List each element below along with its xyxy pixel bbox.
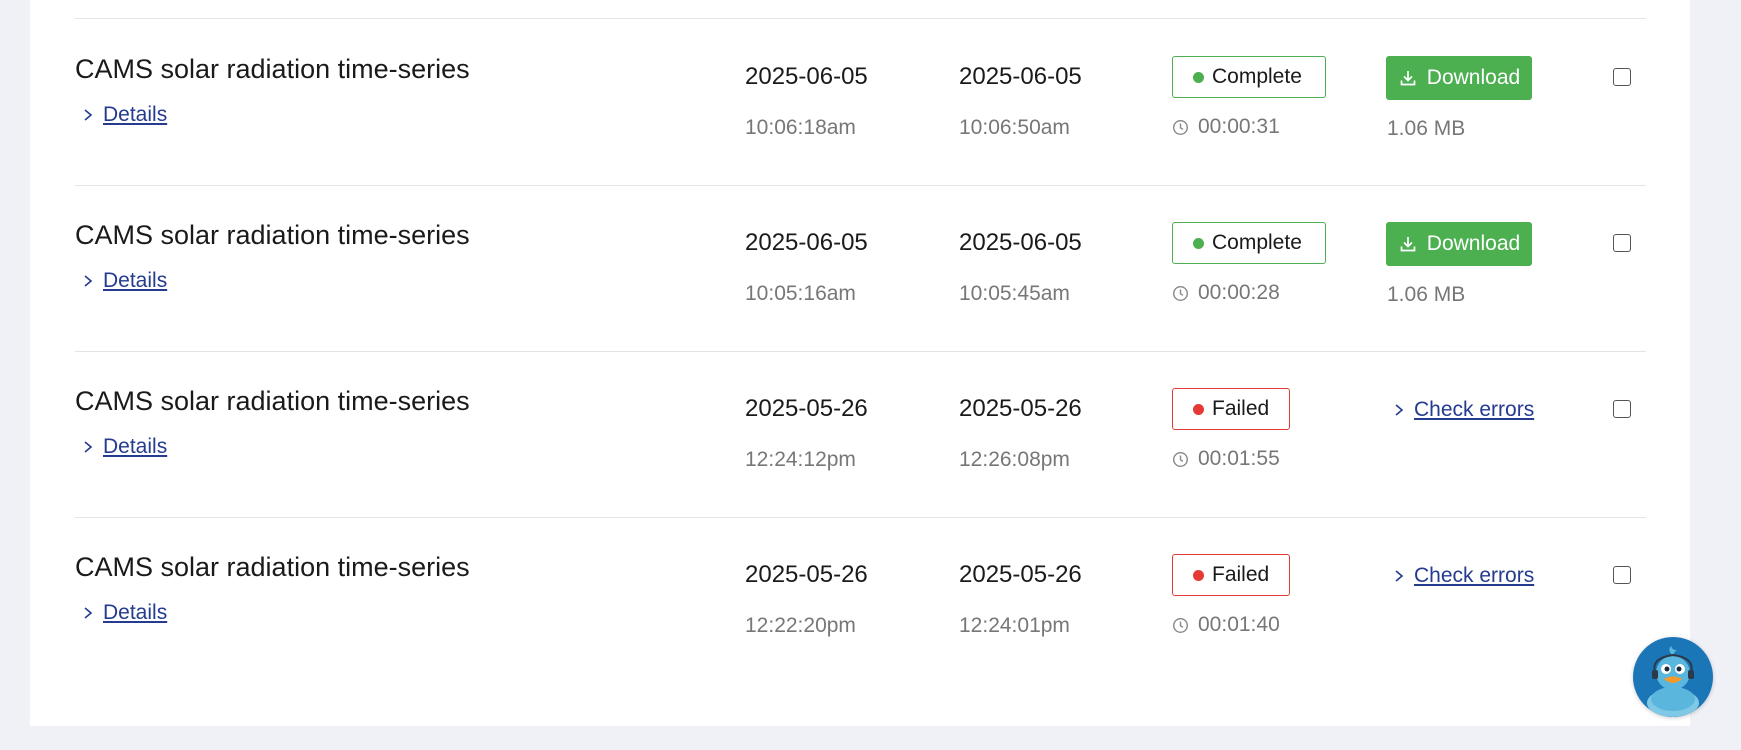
start-time: 10:05:16am [745,282,856,305]
status-label: Complete [1212,231,1302,254]
duration: 00:00:31 [1172,115,1280,139]
details-toggle[interactable]: Details [81,601,167,625]
end-time: 12:26:08pm [959,448,1070,471]
end-date: 2025-06-05 [959,63,1082,90]
row-select-checkbox[interactable] [1613,234,1631,252]
download-button[interactable]: Download [1386,222,1532,266]
chevron-right-icon [1395,404,1404,416]
duration-value: 00:01:55 [1198,447,1280,470]
status-badge: Failed [1172,388,1290,430]
status-badge: Complete [1172,222,1326,264]
check-errors-toggle[interactable]: Check errors [1392,564,1534,588]
end-date: 2025-05-26 [959,561,1082,588]
details-toggle[interactable]: Details [81,435,167,459]
end-time: 10:05:45am [959,282,1070,305]
request-row: CAMS solar radiation time-series Details 2… [75,351,1646,518]
check-errors-toggle[interactable]: Check errors [1392,398,1534,422]
end-time: 12:24:01pm [959,614,1070,637]
duration-value: 00:00:28 [1198,281,1280,304]
download-button[interactable]: Download [1386,56,1532,100]
chevron-right-icon [84,607,93,619]
start-date: 2025-05-26 [745,395,868,422]
status-dot-icon [1193,569,1204,581]
request-title: CAMS solar radiation time-series [75,386,470,416]
check-errors-link[interactable]: Check errors [1414,564,1534,588]
chevron-right-icon [84,109,93,121]
clock-icon [1172,451,1189,467]
clock-icon [1172,617,1189,633]
start-date: 2025-05-26 [745,561,868,588]
request-row: CAMS solar radiation time-series Details 2… [75,517,1646,683]
chevron-right-icon [84,275,93,287]
chevron-right-icon [1395,570,1404,582]
file-size: 1.06 MB [1387,117,1466,140]
status-dot-icon [1193,71,1204,83]
duration-value: 00:01:40 [1198,613,1280,636]
status-label: Failed [1212,563,1270,586]
chat-assistant-button[interactable] [1633,637,1713,717]
request-title: CAMS solar radiation time-series [75,220,470,250]
row-select-checkbox[interactable] [1613,68,1631,86]
status-dot-icon [1193,237,1204,249]
request-row: CAMS solar radiation time-series Details 2… [75,185,1646,352]
duration: 00:01:55 [1172,447,1280,471]
end-date: 2025-05-26 [959,395,1082,422]
download-label: Download [1426,232,1521,255]
status-badge: Complete [1172,56,1326,98]
row-select-checkbox[interactable] [1613,400,1631,418]
download-icon [1400,71,1416,86]
status-label: Complete [1212,65,1302,88]
duration-value: 00:00:31 [1198,115,1280,138]
details-link[interactable]: Details [103,269,167,293]
check-errors-link[interactable]: Check errors [1414,398,1534,422]
end-time: 10:06:50am [959,116,1070,139]
start-date: 2025-06-05 [745,63,868,90]
request-title: CAMS solar radiation time-series [75,54,470,84]
details-link[interactable]: Details [103,435,167,459]
request-title: CAMS solar radiation time-series [75,552,470,582]
start-time: 10:06:18am [745,116,856,139]
details-link[interactable]: Details [103,601,167,625]
end-date: 2025-06-05 [959,229,1082,256]
download-label: Download [1426,66,1521,89]
details-toggle[interactable]: Details [81,269,167,293]
download-icon [1400,237,1416,252]
request-row: CAMS solar radiation time-series Details 2… [75,19,1646,186]
details-toggle[interactable]: Details [81,103,167,127]
status-label: Failed [1212,397,1270,420]
clock-icon [1172,119,1189,135]
status-dot-icon [1193,403,1204,415]
duck-mascot-icon [1647,646,1699,717]
chevron-right-icon [84,441,93,453]
row-select-checkbox[interactable] [1613,566,1631,584]
start-time: 12:24:12pm [745,448,856,471]
duration: 00:00:28 [1172,281,1280,305]
status-badge: Failed [1172,554,1290,596]
start-date: 2025-06-05 [745,229,868,256]
details-link[interactable]: Details [103,103,167,127]
file-size: 1.06 MB [1387,283,1466,306]
clock-icon [1172,285,1189,301]
start-time: 12:22:20pm [745,614,856,637]
duration: 00:01:40 [1172,613,1280,637]
